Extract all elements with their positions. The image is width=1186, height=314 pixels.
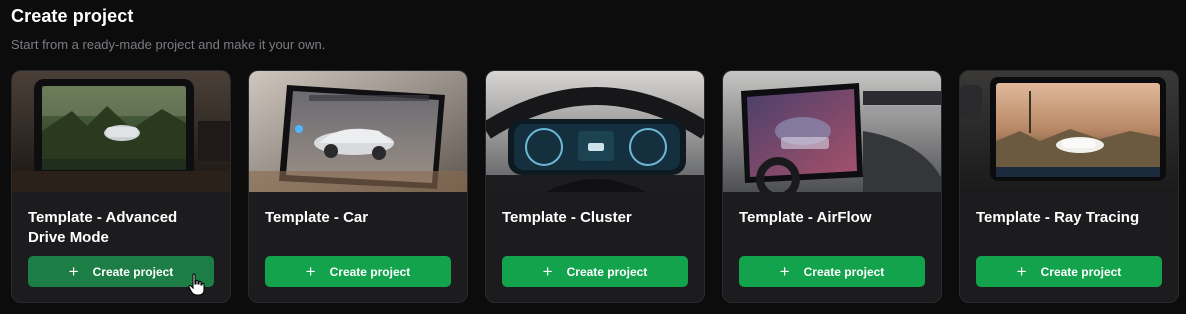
plus-icon: + xyxy=(1016,262,1027,281)
template-card-airflow[interactable]: Template - AirFlow + Create project xyxy=(722,70,942,303)
template-grid: Template - Advanced Drive Mode + Create … xyxy=(11,70,1179,303)
create-project-button-car[interactable]: + Create project xyxy=(265,256,451,287)
template-title: Template - Car xyxy=(265,209,369,226)
create-project-button-advanced-drive-mode[interactable]: + Create project xyxy=(28,256,214,287)
template-thumbnail-airflow xyxy=(723,71,941,192)
template-card-ray-tracing[interactable]: Template - Ray Tracing + Create project xyxy=(959,70,1179,303)
create-project-button-airflow[interactable]: + Create project xyxy=(739,256,925,287)
template-thumbnail-ray-tracing xyxy=(960,71,1178,192)
template-title: Template - Ray Tracing xyxy=(976,209,1140,226)
create-project-label: Create project xyxy=(92,264,174,279)
plus-icon: + xyxy=(68,262,79,281)
template-title: Template - AirFlow xyxy=(739,209,872,226)
plus-icon: + xyxy=(542,262,553,281)
plus-icon: + xyxy=(779,262,790,281)
create-project-label: Create project xyxy=(1040,264,1122,279)
template-thumbnail-cluster xyxy=(486,71,704,192)
hand-pointer-cursor-icon xyxy=(188,273,205,296)
template-thumbnail-car xyxy=(249,71,467,192)
template-title: Template - Advanced Drive Mode xyxy=(28,209,178,246)
template-title: Template - Cluster xyxy=(502,209,632,226)
template-card-cluster[interactable]: Template - Cluster + Create project xyxy=(485,70,705,303)
create-project-label: Create project xyxy=(329,264,411,279)
create-project-button-ray-tracing[interactable]: + Create project xyxy=(976,256,1162,287)
template-card-car[interactable]: Template - Car + Create project xyxy=(248,70,468,303)
page-subtitle: Start from a ready-made project and make… xyxy=(11,37,326,52)
template-card-advanced-drive-mode[interactable]: Template - Advanced Drive Mode + Create … xyxy=(11,70,231,303)
create-project-label: Create project xyxy=(566,264,648,279)
plus-icon: + xyxy=(305,262,316,281)
create-project-label: Create project xyxy=(803,264,885,279)
template-thumbnail-advanced-drive-mode xyxy=(12,71,230,192)
page-title: Create project xyxy=(11,6,134,26)
create-project-button-cluster[interactable]: + Create project xyxy=(502,256,688,287)
